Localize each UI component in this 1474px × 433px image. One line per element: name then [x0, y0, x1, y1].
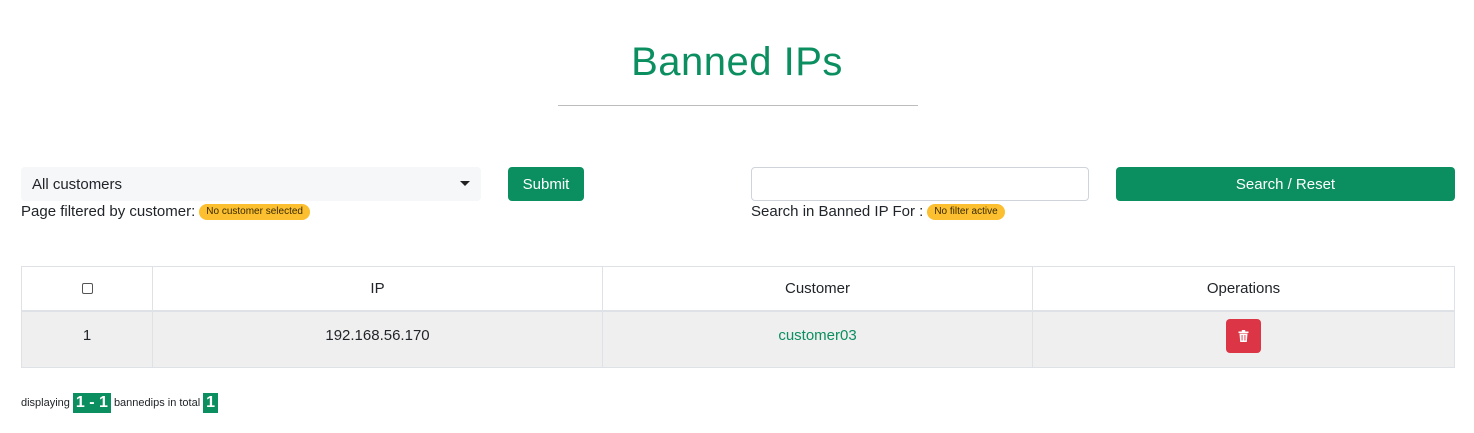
- table-header-row: IP Customer Operations: [21, 266, 1455, 311]
- table-row: 1 192.168.56.170 customer03: [21, 310, 1455, 368]
- total-label: bannedips in total: [113, 397, 201, 409]
- select-all-checkbox[interactable]: [81, 283, 93, 295]
- displaying-label: displaying: [21, 397, 70, 409]
- search-filter-status: Search in Banned IP For : No filter acti…: [751, 203, 1005, 220]
- customer-select-value: All customers: [32, 175, 123, 193]
- row-ip: 192.168.56.170: [152, 310, 603, 368]
- delete-button[interactable]: [1226, 318, 1261, 353]
- operations-column-header: Operations: [1032, 266, 1455, 311]
- customer-filter-status: Page filtered by customer: No customer s…: [21, 203, 310, 220]
- search-input[interactable]: [751, 167, 1089, 201]
- customer-column-header[interactable]: Customer: [602, 266, 1033, 311]
- search-reset-button[interactable]: Search / Reset: [1116, 167, 1455, 201]
- caret-down-icon: [460, 181, 470, 186]
- total-badge: 1: [203, 393, 219, 413]
- customer-filter-badge: No customer selected: [199, 203, 310, 220]
- submit-button[interactable]: Submit: [508, 167, 584, 201]
- select-all-header: [21, 266, 153, 311]
- page-title: Banned IPs: [631, 40, 843, 84]
- banned-ips-table: IP Customer Operations 1 192.168.56.170 …: [21, 266, 1455, 368]
- search-filter-badge: No filter active: [927, 203, 1005, 220]
- row-index: 1: [21, 310, 153, 368]
- customer-filter-label: Page filtered by customer:: [21, 203, 196, 220]
- row-operations: [1032, 310, 1455, 368]
- title-divider: [558, 105, 918, 106]
- ip-column-header[interactable]: IP: [152, 266, 603, 311]
- search-filter-label: Search in Banned IP For :: [751, 203, 924, 220]
- customer-link[interactable]: customer03: [778, 327, 856, 344]
- row-customer-cell: customer03: [602, 310, 1033, 368]
- pagination-summary: displaying 1 - 1 bannedips in total 1: [21, 393, 221, 413]
- customer-select[interactable]: All customers: [21, 167, 481, 201]
- range-badge: 1 - 1: [72, 393, 111, 413]
- trash-icon: [1238, 329, 1249, 342]
